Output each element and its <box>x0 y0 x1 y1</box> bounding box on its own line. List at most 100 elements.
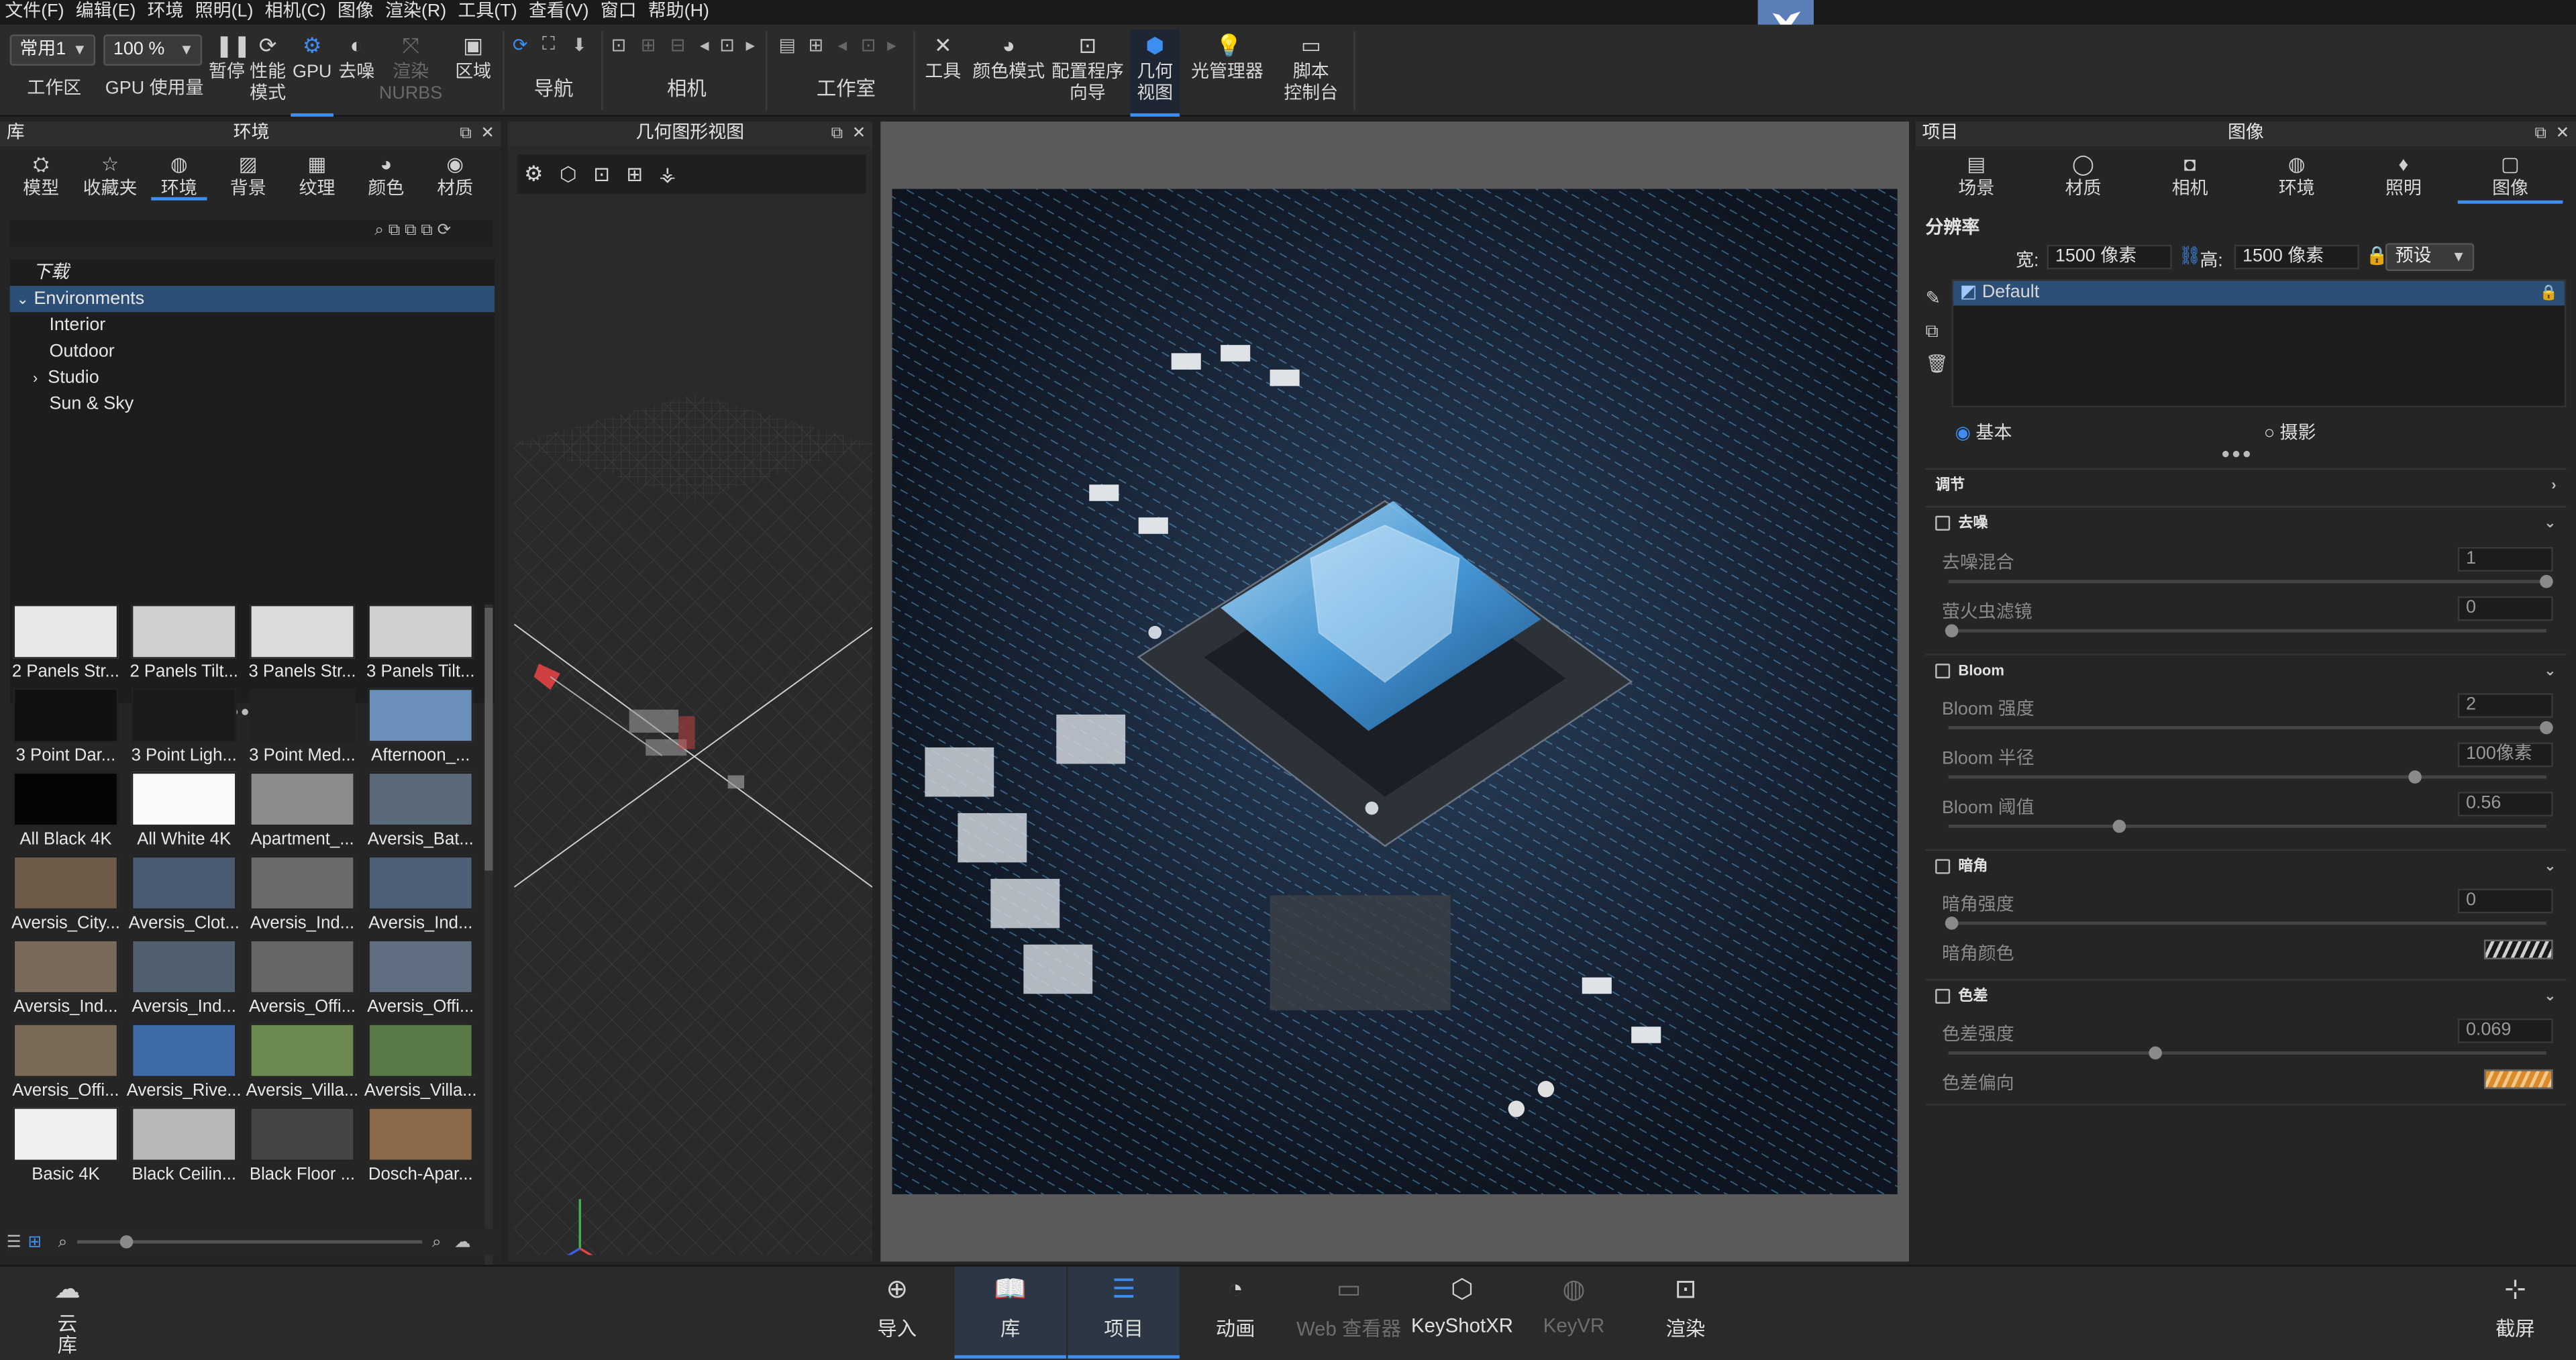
splitter-handle[interactable]: ●●● <box>2221 446 2253 462</box>
firefly-filter-input[interactable]: 0 <box>2457 596 2553 621</box>
menu-lighting[interactable]: 照明(L) <box>195 0 254 25</box>
bloom-radius-input[interactable]: 100像素 <box>2457 742 2553 768</box>
bloom-checkbox[interactable] <box>1935 664 1951 679</box>
environment-thumbnail[interactable]: Aversis_Clot... <box>125 855 243 940</box>
studio-icon[interactable]: ▤ <box>779 34 796 56</box>
close-icon[interactable]: ✕ <box>852 125 866 143</box>
camera-add-icon[interactable]: ⊞ <box>641 34 656 56</box>
environment-thumbnail[interactable]: Dosch-Apar... <box>362 1107 480 1191</box>
performance-mode-button[interactable]: ⟳ 性能 模式 <box>246 34 289 105</box>
environment-thumbnail[interactable]: 3 Point Ligh... <box>125 688 243 772</box>
environment-thumbnail[interactable]: Aversis_Ind... <box>125 939 243 1023</box>
pause-button[interactable]: ❚❚ 暂停 <box>207 34 251 83</box>
environment-thumbnail[interactable]: Aversis_Offi... <box>243 939 361 1023</box>
mode-photo-radio[interactable]: ○ 摄影 <box>2264 419 2316 445</box>
zoom-in-icon[interactable]: ⌕ <box>432 1233 442 1251</box>
tree-environments[interactable]: ⌄ Environments <box>9 286 495 313</box>
environment-thumbnail[interactable]: Aversis_City... <box>7 855 125 940</box>
thumbnail-scrollbar[interactable] <box>484 604 493 1331</box>
denoise-checkbox[interactable] <box>1935 516 1951 531</box>
studio-next-icon[interactable]: ▸ <box>887 34 896 56</box>
gpu-button[interactable]: ⚙ GPU <box>291 34 334 117</box>
camera-copy-icon[interactable]: ⊟ <box>670 34 686 56</box>
camera-next-icon[interactable]: ▸ <box>746 34 756 56</box>
duplicate-icon[interactable]: ⧉ <box>1925 315 1948 348</box>
menu-environment[interactable]: 环境 <box>148 0 184 25</box>
tree-sun-sky[interactable]: Sun & Sky <box>10 391 495 417</box>
camera-prev-icon[interactable]: ◂ <box>700 34 709 56</box>
geometry-view-button[interactable]: ⬢ 几何 视图 <box>1130 30 1180 117</box>
environment-thumbnail[interactable]: Aversis_Ind... <box>7 939 125 1023</box>
tab-materials[interactable]: ◯ 材质 <box>2059 154 2108 201</box>
config-wizard-button[interactable]: ⊡ 配置程序 向导 <box>1048 34 1127 105</box>
chromatic-shift-swatch[interactable] <box>2483 1069 2553 1090</box>
menu-edit[interactable]: 编辑(E) <box>76 0 136 25</box>
camera-icon[interactable]: ⊡ <box>611 34 627 56</box>
keyshotxr-button[interactable]: ⬡ KeyShotXR <box>1410 1275 1515 1337</box>
tree-studio[interactable]: › Studio <box>10 365 495 391</box>
axis-icon[interactable]: ⚶ <box>659 162 676 185</box>
vignette-section-header[interactable]: 暗角 ⌄ <box>1925 849 2567 879</box>
menu-window[interactable]: 窗口 <box>601 0 637 25</box>
render-button[interactable]: ⊡ 渲染 <box>1656 1275 1715 1342</box>
tree-interior[interactable]: Interior <box>10 312 495 338</box>
tab-scene[interactable]: ▤ 场景 <box>1952 154 2001 201</box>
menu-tools[interactable]: 工具(T) <box>458 0 517 25</box>
edit-icon[interactable]: ✎ <box>1925 282 1948 315</box>
tab-environment[interactable]: ◍ 环境 <box>2272 154 2321 201</box>
settings-icon[interactable]: ⚙ <box>524 161 544 187</box>
render-nurbs-button[interactable]: ⤧ 渲染 NURBS <box>378 34 444 105</box>
search-icon[interactable]: ⌕ ⧉ ⧉ ⧉ ⟳ <box>374 222 451 240</box>
bloom-threshold-input[interactable]: 0.56 <box>2457 792 2553 817</box>
denoise-blend-input[interactable]: 1 <box>2457 547 2553 572</box>
light-manager-button[interactable]: 💡 光管理器 <box>1186 34 1268 83</box>
environment-thumbnail[interactable]: Aversis_Rive... <box>125 1023 243 1107</box>
studio-prev-icon[interactable]: ◂ <box>838 34 847 56</box>
tab-textures[interactable]: ▦ 纹理 <box>289 154 345 201</box>
menu-render[interactable]: 渲染(R) <box>385 0 446 25</box>
tab-lighting[interactable]: ♦ 照明 <box>2379 154 2428 201</box>
denoise-button[interactable]: ◐ 去噪 <box>335 34 378 83</box>
bloom-section-header[interactable]: Bloom ⌄ <box>1925 653 2567 683</box>
keyvr-button[interactable]: ◍ KeyVR <box>1538 1275 1610 1337</box>
tab-image[interactable]: ▢ 图像 <box>2457 154 2563 204</box>
studio-add-icon[interactable]: ⊞ <box>809 34 824 56</box>
web-viewer-button[interactable]: ▭ Web 查看器 <box>1291 1275 1406 1342</box>
animation-button[interactable]: ◔ 动画 <box>1206 1275 1265 1342</box>
fit-icon[interactable]: ⛶ <box>542 34 555 56</box>
environment-thumbnail[interactable]: 3 Panels Str... <box>243 604 361 688</box>
environment-thumbnail[interactable]: 2 Panels Str... <box>7 604 125 688</box>
environment-thumbnail[interactable]: Aversis_Bat... <box>362 772 480 856</box>
vignette-strength-input[interactable]: 0 <box>2457 888 2553 914</box>
menu-help[interactable]: 帮助(H) <box>648 0 709 25</box>
region-button[interactable]: ▣ 区域 <box>450 34 497 83</box>
environment-thumbnail[interactable]: Basic 4K <box>7 1107 125 1191</box>
menu-view[interactable]: 查看(V) <box>529 0 589 25</box>
tab-colors[interactable]: ◕ 颜色 <box>358 154 414 201</box>
link-icon[interactable]: ⛓ <box>2178 245 2201 266</box>
tab-models[interactable]: ⛭ 模型 <box>13 154 69 201</box>
workspace-select[interactable]: 常用1 ▼ <box>9 34 96 66</box>
tree-downloads[interactable]: 下载 <box>10 260 495 286</box>
list-item-default[interactable]: ◩ Default 🔒 <box>1953 280 2565 306</box>
tools-button[interactable]: ✕ 工具 <box>920 34 966 83</box>
environment-thumbnail[interactable]: All Black 4K <box>7 772 125 856</box>
float-icon[interactable]: ⧉ <box>2535 125 2546 143</box>
import-button[interactable]: ⊕ 导入 <box>868 1275 927 1342</box>
grid-icon[interactable]: ⊞ <box>626 162 643 185</box>
float-icon[interactable]: ⧉ <box>831 125 843 143</box>
environment-thumbnail[interactable]: 2 Panels Tilt... <box>125 604 243 688</box>
environment-thumbnail[interactable]: Aversis_Ind... <box>362 855 480 940</box>
cloud-library-button[interactable]: ☁ 云 库 <box>43 1275 92 1357</box>
chromatic-checkbox[interactable] <box>1935 989 1951 1004</box>
environment-thumbnail[interactable]: 3 Point Med... <box>243 688 361 772</box>
environment-thumbnail[interactable]: Black Floor ... <box>243 1107 361 1191</box>
mode-basic-radio[interactable]: ◉ 基本 <box>1955 419 2012 445</box>
project-button[interactable]: ☰ 项目 <box>1068 1266 1180 1359</box>
color-mode-button[interactable]: ◕ 颜色模式 <box>970 34 1049 83</box>
float-icon[interactable]: ⧉ <box>460 125 471 143</box>
studio-edit-icon[interactable]: ⊡ <box>861 34 876 56</box>
denoise-section-header[interactable]: 去噪 ⌄ <box>1925 506 2567 535</box>
tab-camera[interactable]: ◘ 相机 <box>2165 154 2214 201</box>
width-input[interactable]: 1500 像素 <box>2047 244 2172 270</box>
